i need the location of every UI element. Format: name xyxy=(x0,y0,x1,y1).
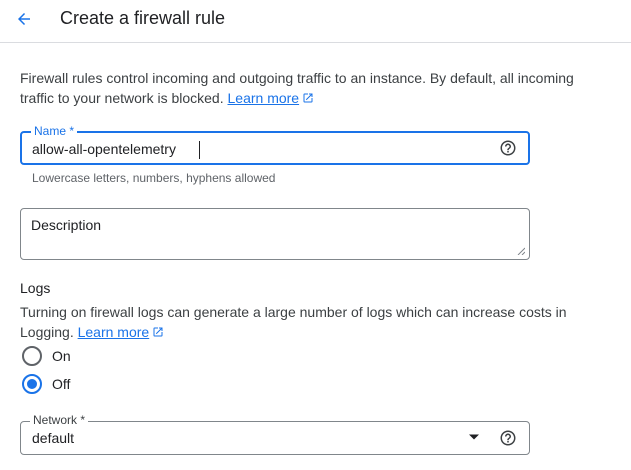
arrow-back-icon xyxy=(18,13,30,25)
help-icon xyxy=(500,140,516,156)
help-icon xyxy=(500,430,516,446)
learn-more-link-label: Learn more xyxy=(227,90,300,106)
logs-learn-more-label: Learn more xyxy=(77,324,150,340)
network-select-value[interactable]: default xyxy=(32,430,74,446)
logs-on-radio[interactable]: On xyxy=(22,344,71,368)
logs-description-block: Turning on firewall logs can generate a … xyxy=(20,302,580,342)
description-field xyxy=(20,208,530,260)
page-title: Create a firewall rule xyxy=(60,8,226,28)
page-header: Create a firewall rule xyxy=(0,0,631,43)
logs-learn-more-link[interactable]: Learn more xyxy=(78,324,165,340)
network-select[interactable]: Network * default xyxy=(20,413,530,455)
description-input[interactable] xyxy=(31,217,511,253)
logs-off-radio[interactable]: Off xyxy=(22,372,70,396)
back-button[interactable] xyxy=(11,6,37,32)
name-field-label: Name * xyxy=(31,124,78,138)
resize-handle-icon[interactable] xyxy=(517,247,525,255)
name-field-hint: Lowercase letters, numbers, hyphens allo… xyxy=(32,171,276,185)
network-field-label: Network * xyxy=(30,413,89,427)
text-cursor xyxy=(199,141,200,159)
name-help-button[interactable] xyxy=(499,139,517,157)
radio-unchecked-icon[interactable] xyxy=(22,346,42,366)
logs-heading: Logs xyxy=(20,280,51,296)
name-input[interactable] xyxy=(32,139,482,159)
logs-on-label: On xyxy=(52,348,71,364)
radio-checked-icon[interactable] xyxy=(22,374,42,394)
learn-more-link[interactable]: Learn more xyxy=(228,90,315,106)
logs-off-label: Off xyxy=(52,376,71,392)
open-in-new-icon xyxy=(153,327,163,337)
intro-text-block: Firewall rules control incoming and outg… xyxy=(20,68,580,108)
name-field: Name * xyxy=(20,124,530,165)
network-help-button[interactable] xyxy=(499,429,517,447)
open-in-new-icon xyxy=(303,93,313,103)
dropdown-arrow-icon[interactable] xyxy=(469,434,479,440)
